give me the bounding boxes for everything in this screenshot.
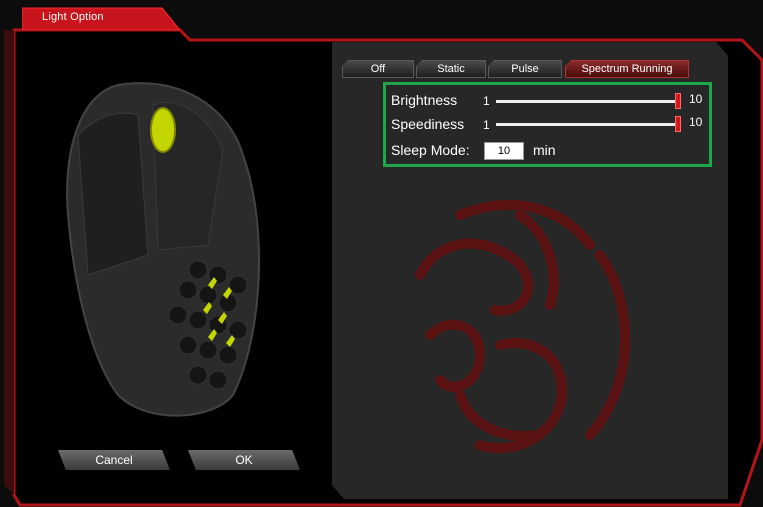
speediness-slider[interactable] [496,123,680,126]
mouse-image [66,82,261,417]
brightness-label: Brightness [391,92,458,108]
brightness-min: 1 [483,94,490,108]
speediness-label: Speediness [391,116,465,132]
dragon-logo [415,200,631,454]
brightness-slider-handle[interactable] [675,93,681,109]
cancel-button[interactable]: Cancel [58,450,170,470]
sleep-mode-label: Sleep Mode: [391,142,470,158]
mode-pulse-button[interactable]: Pulse [488,60,562,78]
mode-spectrum-running-button[interactable]: Spectrum Running [565,60,689,78]
ok-button[interactable]: OK [188,450,300,470]
brightness-max: 10 [689,92,703,106]
speediness-min: 1 [483,118,490,132]
mode-off-button[interactable]: Off [342,60,414,78]
tab-title: Light Option [42,11,104,23]
mode-static-button[interactable]: Static [416,60,486,78]
brightness-slider[interactable] [496,100,680,103]
sleep-mode-input[interactable]: 10 [484,142,524,160]
sleep-mode-unit: min [533,142,556,158]
speediness-max: 10 [689,115,703,129]
speediness-slider-handle[interactable] [675,116,681,132]
